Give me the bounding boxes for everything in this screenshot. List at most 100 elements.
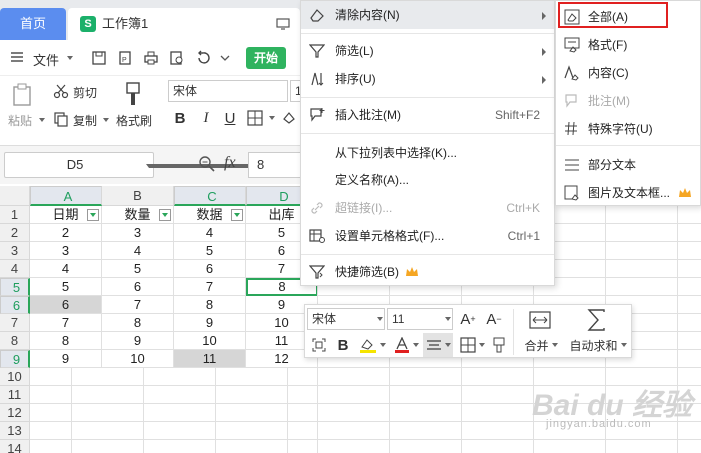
row-header-3[interactable]: 3	[0, 242, 30, 260]
divider	[301, 133, 554, 134]
chevron-down-icon[interactable]	[103, 118, 109, 122]
paste-icon[interactable]	[10, 82, 34, 108]
print-icon[interactable]	[142, 49, 160, 67]
increase-font-icon[interactable]: A +	[457, 308, 479, 330]
menu-item-pick-from-list[interactable]: 从下拉列表中选择(K)...	[301, 139, 554, 167]
menu-icon[interactable]	[10, 50, 24, 64]
mini-font-size-select[interactable]: 11	[387, 308, 453, 330]
row-header-6[interactable]: 6	[0, 296, 30, 314]
row-header-8[interactable]: 8	[0, 332, 30, 350]
paste-label[interactable]: 粘贴	[8, 112, 32, 129]
row-header-11[interactable]: 11	[0, 386, 30, 404]
submenu-item-partial-text[interactable]: 部分文本	[556, 151, 700, 179]
more-dropdown-icon[interactable]	[218, 49, 232, 67]
clear-format-icon[interactable]	[309, 335, 329, 355]
mini-toolbar: 宋体 11 A + A − B 合并 自动求和	[304, 304, 632, 358]
chevron-right-icon	[542, 76, 546, 84]
menu-item-filter[interactable]: 筛选(L)	[301, 37, 554, 65]
chevron-down-icon[interactable]	[39, 118, 45, 122]
submenu-item-format[interactable]: 格式(F)	[556, 31, 700, 59]
column-header-a[interactable]: A	[30, 186, 102, 206]
submenu-item-images-textbox[interactable]: 图片及文本框...	[556, 179, 700, 207]
copy-label[interactable]: 复制	[73, 112, 97, 129]
row-header-9[interactable]: 9	[0, 350, 30, 368]
menu-item-format-cells[interactable]: 设置单元格格式(F)... Ctrl+1	[301, 222, 554, 250]
menu-item-hyperlink[interactable]: 超链接(I)... Ctrl+K	[301, 194, 554, 222]
image-icon	[564, 185, 580, 201]
hash-icon	[564, 121, 580, 137]
format-painter-icon[interactable]	[120, 80, 146, 108]
format-painter-icon[interactable]	[489, 335, 509, 355]
bold-button[interactable]: B	[333, 335, 353, 355]
watermark-url: jingyan.baidu.com	[546, 418, 652, 430]
border-icon[interactable]	[457, 335, 487, 355]
underline-button[interactable]: U	[220, 108, 240, 128]
mini-font-name-select[interactable]: 宋体	[307, 308, 385, 330]
row-header-5[interactable]: 5	[0, 278, 30, 296]
row-header-1[interactable]: 1	[0, 206, 30, 224]
column-header-c[interactable]: C	[174, 186, 246, 206]
menu-item-define-name[interactable]: 定义名称(A)...	[301, 166, 554, 194]
zoom-icon[interactable]	[198, 155, 216, 173]
menu-item-sort[interactable]: 排序(U)	[301, 65, 554, 93]
menu-label: 内容(C)	[588, 66, 629, 80]
row-header-7[interactable]: 7	[0, 314, 30, 332]
row-header-12[interactable]: 12	[0, 404, 30, 422]
font-name-select[interactable]: 宋体	[168, 80, 288, 102]
decrease-font-icon[interactable]: A −	[483, 308, 505, 330]
menu-item-insert-comment[interactable]: 插入批注(M) Shift+F2	[301, 101, 554, 129]
file-menu[interactable]: 文件	[33, 50, 59, 69]
submenu-item-special-chars[interactable]: 特殊字符(U)	[556, 115, 700, 143]
formula-input[interactable]: 8	[248, 152, 308, 178]
export-icon[interactable]: P	[116, 49, 134, 67]
submenu-item-content[interactable]: 内容(C)	[556, 59, 700, 87]
fill-color-icon[interactable]	[280, 109, 298, 127]
font-color-icon[interactable]	[391, 335, 421, 355]
sigma-icon[interactable]	[585, 308, 609, 332]
bold-button[interactable]: B	[170, 108, 190, 128]
row-header-14[interactable]: 14	[0, 440, 30, 453]
row-header-4[interactable]: 4	[0, 260, 30, 278]
name-box[interactable]: D5	[4, 152, 286, 178]
monitor-icon[interactable]	[276, 17, 290, 31]
merge-icon[interactable]	[527, 308, 553, 332]
menu-label: 设置单元格格式(F)...	[335, 229, 445, 243]
undo-icon[interactable]	[194, 49, 212, 67]
fx-icon[interactable]: fx	[224, 154, 236, 172]
chevron-down-icon[interactable]	[269, 116, 275, 120]
shortcut-label: Shift+F2	[494, 108, 540, 122]
row-header-10[interactable]: 10	[0, 368, 30, 386]
menu-item-quick-filter[interactable]: 快捷筛选(B)	[301, 258, 554, 286]
cut-label[interactable]: 剪切	[73, 84, 97, 101]
highlight-color-icon[interactable]	[357, 335, 387, 355]
chevron-down-icon[interactable]	[67, 56, 73, 60]
submenu-item-comment[interactable]: 批注(M)	[556, 87, 700, 115]
save-icon[interactable]	[90, 49, 108, 67]
tab-workbook[interactable]: S 工作簿1	[68, 8, 300, 40]
font-size-value: 11	[392, 312, 405, 326]
copy-icon[interactable]	[52, 110, 70, 128]
format-painter-label[interactable]: 格式刷	[116, 112, 152, 129]
merge-label: 合并	[524, 338, 549, 353]
tab-home[interactable]: 首页	[0, 8, 66, 40]
select-all-corner[interactable]	[0, 186, 30, 206]
scissors-icon[interactable]	[52, 82, 70, 100]
print-preview-icon[interactable]	[168, 49, 186, 67]
italic-button[interactable]: I	[196, 108, 216, 128]
lines-icon	[564, 157, 580, 173]
border-icon[interactable]	[246, 109, 264, 127]
format-cells-icon	[309, 228, 325, 244]
eraser-icon	[309, 7, 325, 23]
autosum-button[interactable]: 自动求和	[565, 336, 631, 354]
merge-button[interactable]: 合并	[521, 336, 561, 354]
row-header-2[interactable]: 2	[0, 224, 30, 242]
start-tab-button[interactable]: 开始	[246, 47, 286, 69]
workbook-title: 工作簿1	[102, 16, 149, 31]
align-center-icon[interactable]	[423, 333, 453, 357]
comment-icon	[309, 107, 325, 123]
menu-label: 定义名称(A)...	[335, 173, 409, 187]
menu-item-clear-content[interactable]: 清除内容(N)	[301, 1, 554, 29]
row-header-13[interactable]: 13	[0, 422, 30, 440]
column-header-b[interactable]: B	[102, 186, 174, 206]
context-menu: 清除内容(N) 筛选(L) 排序(U) 插入批注(M) Shift+F2 从下拉…	[300, 0, 555, 286]
